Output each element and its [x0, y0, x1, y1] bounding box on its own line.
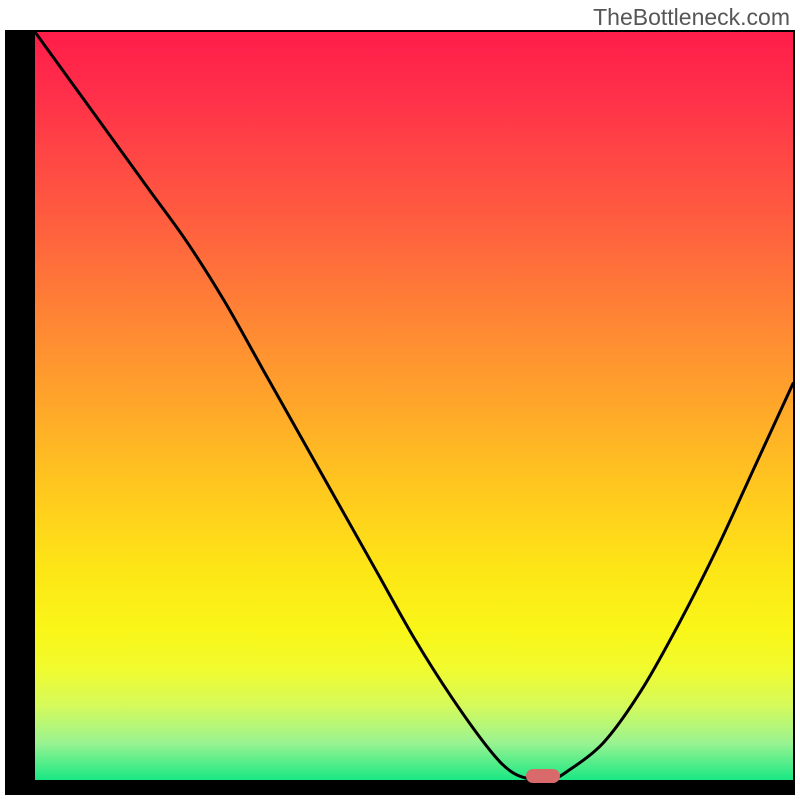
optimal-point-marker [526, 769, 560, 783]
plot-area [35, 32, 793, 780]
chart-curve [35, 32, 793, 780]
watermark-text: TheBottleneck.com [593, 4, 790, 31]
chart-frame [5, 30, 795, 795]
